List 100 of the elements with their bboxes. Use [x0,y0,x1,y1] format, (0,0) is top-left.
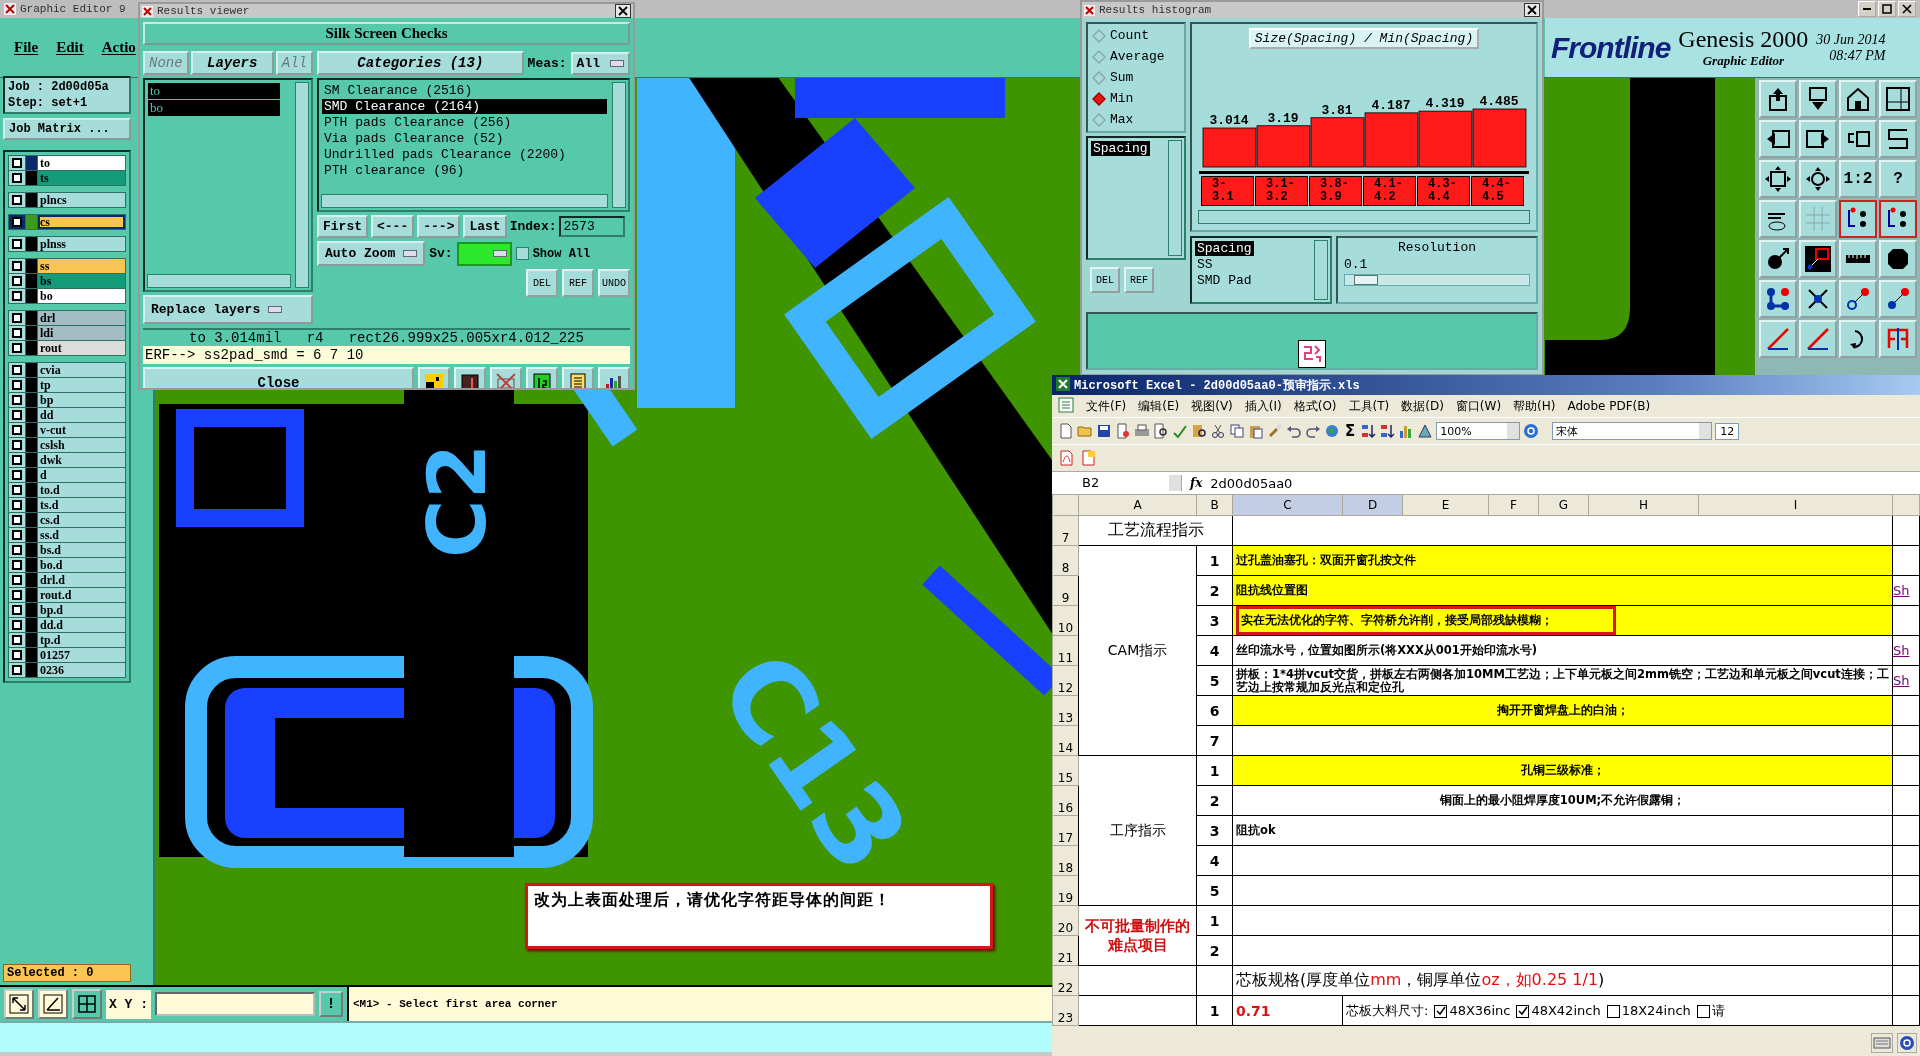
row-header[interactable]: 14 [1052,725,1079,756]
zoom-mode-dropdown[interactable]: Auto Zoom [317,241,426,266]
vertical-scrollbar[interactable] [1168,140,1182,256]
pdf-review-icon[interactable] [1080,450,1096,466]
sort-ascending-icon[interactable] [1360,423,1377,439]
field-item[interactable]: SS [1195,257,1309,272]
row-header[interactable]: 12 [1052,665,1079,696]
category-list-item[interactable]: Undrilled pads Clearance (2200) [322,147,607,162]
checkbox[interactable] [1696,1004,1710,1018]
column-header[interactable]: I [1698,494,1893,516]
brush-icon[interactable] [1267,423,1283,439]
layer-checkbox[interactable] [12,485,22,495]
layer-item[interactable]: drl.d [38,573,125,587]
help-icon[interactable] [1897,1033,1917,1053]
slider-thumb[interactable] [1354,275,1379,285]
layer-item[interactable]: ss.d [38,528,125,542]
help-icon[interactable] [1523,423,1540,439]
globe-icon[interactable] [1324,423,1340,439]
xy-input-field[interactable] [155,992,315,1016]
layer-checkbox[interactable] [12,365,22,375]
sort-descending-icon[interactable] [1379,423,1396,439]
minimize-button[interactable] [1858,1,1876,17]
menu-item[interactable]: 插入(I) [1244,397,1282,415]
histogram-bar[interactable] [1310,117,1365,168]
layer-checkbox[interactable] [12,635,22,645]
action-button[interactable]: REF [562,269,594,297]
layer-item[interactable]: dwk [38,453,125,467]
field-item[interactable]: Spacing [1195,241,1254,256]
vertical-scrollbar[interactable] [1314,240,1328,300]
category-list-item[interactable]: PTH clearance (96) [322,163,607,178]
layer-checkbox[interactable] [12,650,22,660]
page-lock-icon[interactable] [1115,423,1131,439]
navigation-button[interactable]: First [317,215,368,238]
layer-item[interactable]: bo [38,289,125,303]
layer-item[interactable]: bp.d [38,603,125,617]
menu-item[interactable]: 格式(O) [1293,397,1337,415]
layer-item[interactable]: plncs [38,193,125,207]
category-list-item[interactable]: SM Clearance (2516) [322,83,607,98]
layer-item[interactable]: tp.d [38,633,125,647]
layer-item[interactable]: cslsh [38,438,125,452]
layer-item[interactable]: ts.d [38,498,125,512]
layer-item[interactable]: ldi [38,326,125,340]
function-button[interactable]: fx [1190,476,1203,490]
menu-item[interactable]: 视图(V) [1191,397,1233,415]
layer-item[interactable]: cs.d [38,513,125,527]
font-dropdown[interactable]: 宋体 [1552,422,1713,440]
radio-button[interactable] [1092,70,1106,85]
radio-button[interactable] [1092,49,1106,64]
row-header[interactable]: 19 [1052,875,1079,906]
save-icon[interactable] [1096,423,1112,439]
action-button[interactable]: REF [1124,267,1154,293]
layer-checkbox[interactable] [12,380,22,390]
resize-diagonal-icon[interactable] [4,989,34,1019]
layer-checkbox[interactable] [12,343,22,353]
layer-item[interactable]: cvia [38,363,125,377]
layer-item[interactable]: cs [38,215,125,229]
close-button[interactable] [615,4,631,18]
layer-checkbox[interactable] [12,515,22,525]
category-list-item[interactable]: PTH pads Clearance (256) [322,115,607,130]
drawing-icon[interactable] [1417,423,1434,439]
column-header[interactable]: D [1342,494,1403,516]
row-header[interactable]: 7 [1052,515,1079,546]
column-header[interactable]: E [1402,494,1489,516]
layer-checkbox[interactable] [12,217,22,227]
grid-square-icon[interactable] [72,989,102,1019]
spell-check-icon[interactable] [1172,423,1188,439]
row-header[interactable]: 21 [1052,935,1079,966]
menu-item[interactable]: 窗口(W) [1455,397,1502,415]
row-header[interactable]: 9 [1052,575,1079,606]
layer-item[interactable]: drl [38,311,125,325]
layer-item[interactable]: d [38,468,125,482]
severity-color-dropdown[interactable] [456,241,512,266]
row-header[interactable]: 11 [1052,635,1079,666]
preview-icon[interactable] [1153,423,1169,439]
close-button[interactable]: Close [143,367,414,388]
layer-item[interactable]: rout [38,341,125,355]
tool-button[interactable]: ? [1879,160,1917,198]
column-header[interactable]: A [1078,494,1197,516]
layer-item[interactable]: bo.d [38,558,125,572]
layer-item[interactable]: ts [38,171,125,185]
copy-icon[interactable] [1229,423,1245,439]
vertical-scrollbar[interactable] [612,82,626,208]
measure-dropdown[interactable]: All [570,51,630,75]
redo-arrow-icon[interactable] [1305,423,1321,439]
row-header[interactable]: 13 [1052,695,1079,726]
menu-item[interactable]: 工具(T) [1348,397,1390,415]
layer-checkbox[interactable] [12,410,22,420]
horizontal-scrollbar[interactable] [321,194,608,208]
navigation-button[interactable]: <--- [371,215,415,238]
layer-checkbox[interactable] [12,195,22,205]
scissors-icon[interactable] [1210,423,1226,439]
angle-measure-icon[interactable] [38,989,68,1019]
maximize-button[interactable] [1878,1,1896,17]
layer-item[interactable]: bs [38,274,125,288]
layer-filter-button[interactable]: Layers [190,51,274,75]
layer-item[interactable]: dd [38,408,125,422]
menu-item[interactable]: Edit [56,39,84,56]
layer-checkbox[interactable] [12,470,22,480]
show-all-checkbox[interactable] [515,247,529,260]
layer-checkbox[interactable] [12,530,22,540]
